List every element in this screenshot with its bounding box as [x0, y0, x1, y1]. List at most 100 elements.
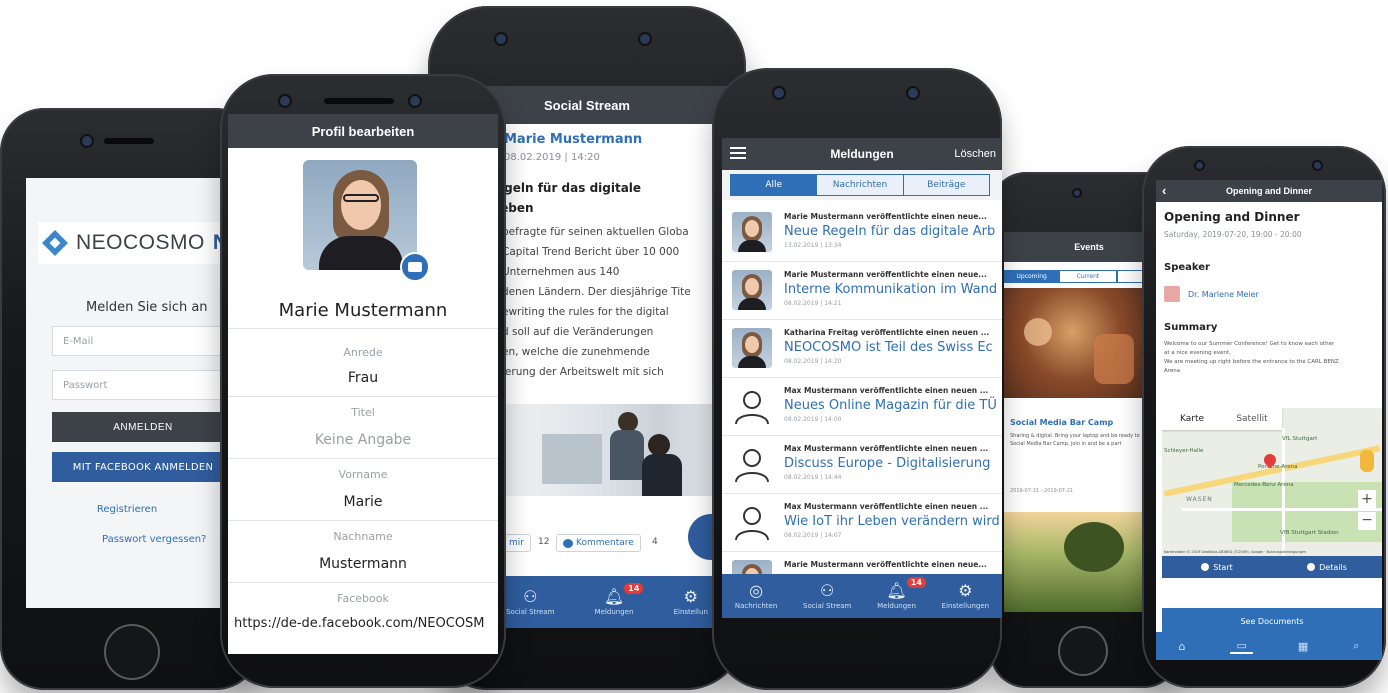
post-headline: egeln für das digitale leben: [496, 181, 642, 215]
like-button[interactable]: mir: [502, 534, 531, 552]
field-label-titel: Titel: [351, 406, 375, 419]
map-label: WASEN: [1186, 496, 1213, 503]
news-item-title[interactable]: Neues Online Magazin für die TÜ: [784, 398, 997, 413]
home-button[interactable]: [1058, 626, 1108, 676]
map-label: Schleyer-Halle: [1164, 448, 1204, 454]
summary-heading: Summary: [1164, 322, 1218, 333]
event-card-text: Sharing & digital. Bring your laptop and…: [1010, 433, 1140, 447]
notification-badge: 14: [906, 576, 926, 588]
tab-settings[interactable]: ⚙ Einstellungen: [942, 582, 989, 610]
news-screen: Meldungen Löschen Alle Nachrichten Beitr…: [722, 138, 1002, 618]
map-label: Porsche-Arena: [1258, 464, 1298, 470]
map-label: Mercedes-Benz Arena: [1234, 482, 1294, 488]
delete-button[interactable]: Löschen: [954, 148, 996, 160]
field-value-vorname[interactable]: Marie: [228, 494, 498, 510]
home-icon[interactable]: ⌂: [1179, 640, 1186, 653]
tab-nachrichten[interactable]: ◎ Nachrichten: [735, 582, 777, 610]
field-value-anrede[interactable]: Frau: [228, 370, 498, 386]
back-icon[interactable]: ‹: [1162, 183, 1166, 198]
comment-count: 4: [652, 537, 658, 547]
phone-event-detail: ‹ Opening and Dinner Opening and Dinner …: [1142, 146, 1386, 688]
map-type-tabs: Karte Satellit: [1162, 408, 1282, 430]
event-card-title[interactable]: Social Media Bar Camp: [1010, 418, 1113, 427]
news-item-date: 08.02.2019 | 14:44: [784, 474, 842, 481]
news-list-item[interactable]: Max Mustermann veröffentlichte einen neu…: [722, 436, 1002, 494]
phone-profile: Profil bearbeiten Marie Mustermann Anred…: [220, 74, 506, 688]
map-tab-satellit[interactable]: Satellit: [1222, 408, 1282, 430]
phone-camera: [410, 96, 420, 106]
news-filter-area: Alle Nachrichten Beiträge: [722, 170, 1002, 200]
filter-nachrichten[interactable]: Nachrichten: [817, 175, 904, 195]
author-avatar: [732, 212, 772, 252]
info-icon: [1307, 563, 1316, 571]
email-input[interactable]: E-Mail: [52, 326, 234, 356]
login-screen: NEOCOSMO N Melden Sie sich an E-Mail Pas…: [26, 178, 234, 608]
tab-settings[interactable]: ⚙ Einstellun: [674, 586, 708, 616]
news-item-title[interactable]: Wie IoT ihr Leben verändern wird: [784, 514, 1000, 529]
news-item-meta: Max Mustermann veröffentlichte einen neu…: [784, 386, 989, 395]
author-avatar: [732, 328, 772, 368]
zoom-in-button[interactable]: +: [1358, 490, 1376, 508]
filter-beitraege[interactable]: Beiträge: [903, 175, 989, 195]
login-button[interactable]: ANMELDEN: [52, 412, 234, 442]
profile-photo[interactable]: [303, 160, 417, 270]
post-author[interactable]: Marie Mustermann: [504, 132, 642, 147]
phone-speaker: [104, 138, 154, 144]
detail-screen: ‹ Opening and Dinner Opening and Dinner …: [1156, 180, 1382, 660]
news-item-title[interactable]: Neue Regeln für das digitale Arb: [784, 224, 995, 239]
field-value-titel[interactable]: Keine Angabe: [228, 432, 498, 448]
event-icon[interactable]: ▦: [1298, 640, 1308, 653]
gear-icon: ⚙: [683, 586, 698, 606]
facebook-login-button[interactable]: MIT FACEBOOK ANMELDEN: [52, 452, 234, 482]
profile-screen: Profil bearbeiten Marie Mustermann Anred…: [228, 114, 498, 654]
tab-meldungen[interactable]: 🔔︎ 14 Meldungen: [595, 582, 644, 616]
field-value-nachname[interactable]: Mustermann: [228, 556, 498, 572]
phone-camera: [1196, 162, 1203, 169]
tab-current[interactable]: Current: [1059, 270, 1117, 283]
news-item-date: 08.02.2019 | 14:07: [784, 532, 842, 539]
news-list-item[interactable]: Max Mustermann veröffentlichte einen neu…: [722, 378, 1002, 436]
details-button[interactable]: Details: [1272, 556, 1382, 578]
password-input[interactable]: Passwort: [52, 370, 234, 400]
search-icon[interactable]: ⌕: [1353, 639, 1359, 653]
page-title: Meldungen: [830, 147, 894, 161]
pegman-icon[interactable]: [1360, 450, 1374, 472]
home-button[interactable]: [104, 624, 160, 680]
comments-button[interactable]: Kommentare: [556, 534, 641, 552]
news-item-title[interactable]: Interne Kommunikation im Wand: [784, 282, 997, 297]
tab-meldungen[interactable]: 🔔︎ 14 Meldungen: [877, 576, 926, 610]
phone-camera: [496, 34, 506, 44]
news-item-title[interactable]: Discuss Europe - Digitalisierung: [784, 456, 990, 471]
divider: [228, 582, 498, 583]
comment-icon: [563, 538, 573, 548]
forgot-password-link[interactable]: Passwort vergessen?: [52, 534, 234, 545]
filter-alle[interactable]: Alle: [731, 175, 818, 195]
camera-icon: [408, 262, 422, 272]
start-button[interactable]: Start: [1162, 556, 1272, 578]
phone-camera: [82, 136, 92, 146]
speaker-name[interactable]: Dr. Marlene Meier: [1188, 290, 1259, 299]
tab-upcoming[interactable]: Upcoming: [1004, 270, 1060, 283]
user-placeholder-icon: [732, 444, 772, 484]
brand-name: NEOCOSMO: [75, 231, 205, 254]
see-documents-button[interactable]: See Documents: [1162, 608, 1382, 634]
news-list-item[interactable]: Marie Mustermann veröffentlichte einen n…: [722, 262, 1002, 320]
login-heading: Melden Sie sich an: [86, 300, 208, 315]
change-photo-button[interactable]: [400, 252, 430, 282]
page-title: Social Stream: [544, 97, 630, 113]
calendar-icon[interactable]: ▭: [1230, 639, 1253, 654]
map-tab-karte[interactable]: Karte: [1162, 408, 1222, 430]
news-item-title[interactable]: NEOCOSMO ist Teil des Swiss Ec: [784, 340, 993, 355]
navigation-icon: [1201, 563, 1210, 571]
field-value-facebook[interactable]: https://de-de.facebook.com/NEOCOSM: [234, 616, 496, 631]
page-title: Events: [1074, 242, 1104, 252]
tab-social-stream[interactable]: ⚇ Social Stream: [506, 588, 554, 616]
news-list-item[interactable]: Max Mustermann veröffentlichte einen neu…: [722, 494, 1002, 552]
zoom-out-button[interactable]: −: [1358, 512, 1376, 530]
tab-social-stream[interactable]: ⚇ Social Stream: [803, 582, 851, 610]
register-link[interactable]: Registrieren: [52, 504, 202, 515]
map[interactable]: Karte Satellit VfL Stuttgart Schleyer-Ha…: [1162, 408, 1382, 556]
news-list-item[interactable]: Katharina Freitag veröffentlichte einen …: [722, 320, 1002, 378]
news-list-item[interactable]: Marie Mustermann veröffentlichte einen n…: [722, 204, 1002, 262]
page-title: Opening and Dinner: [1225, 186, 1312, 196]
